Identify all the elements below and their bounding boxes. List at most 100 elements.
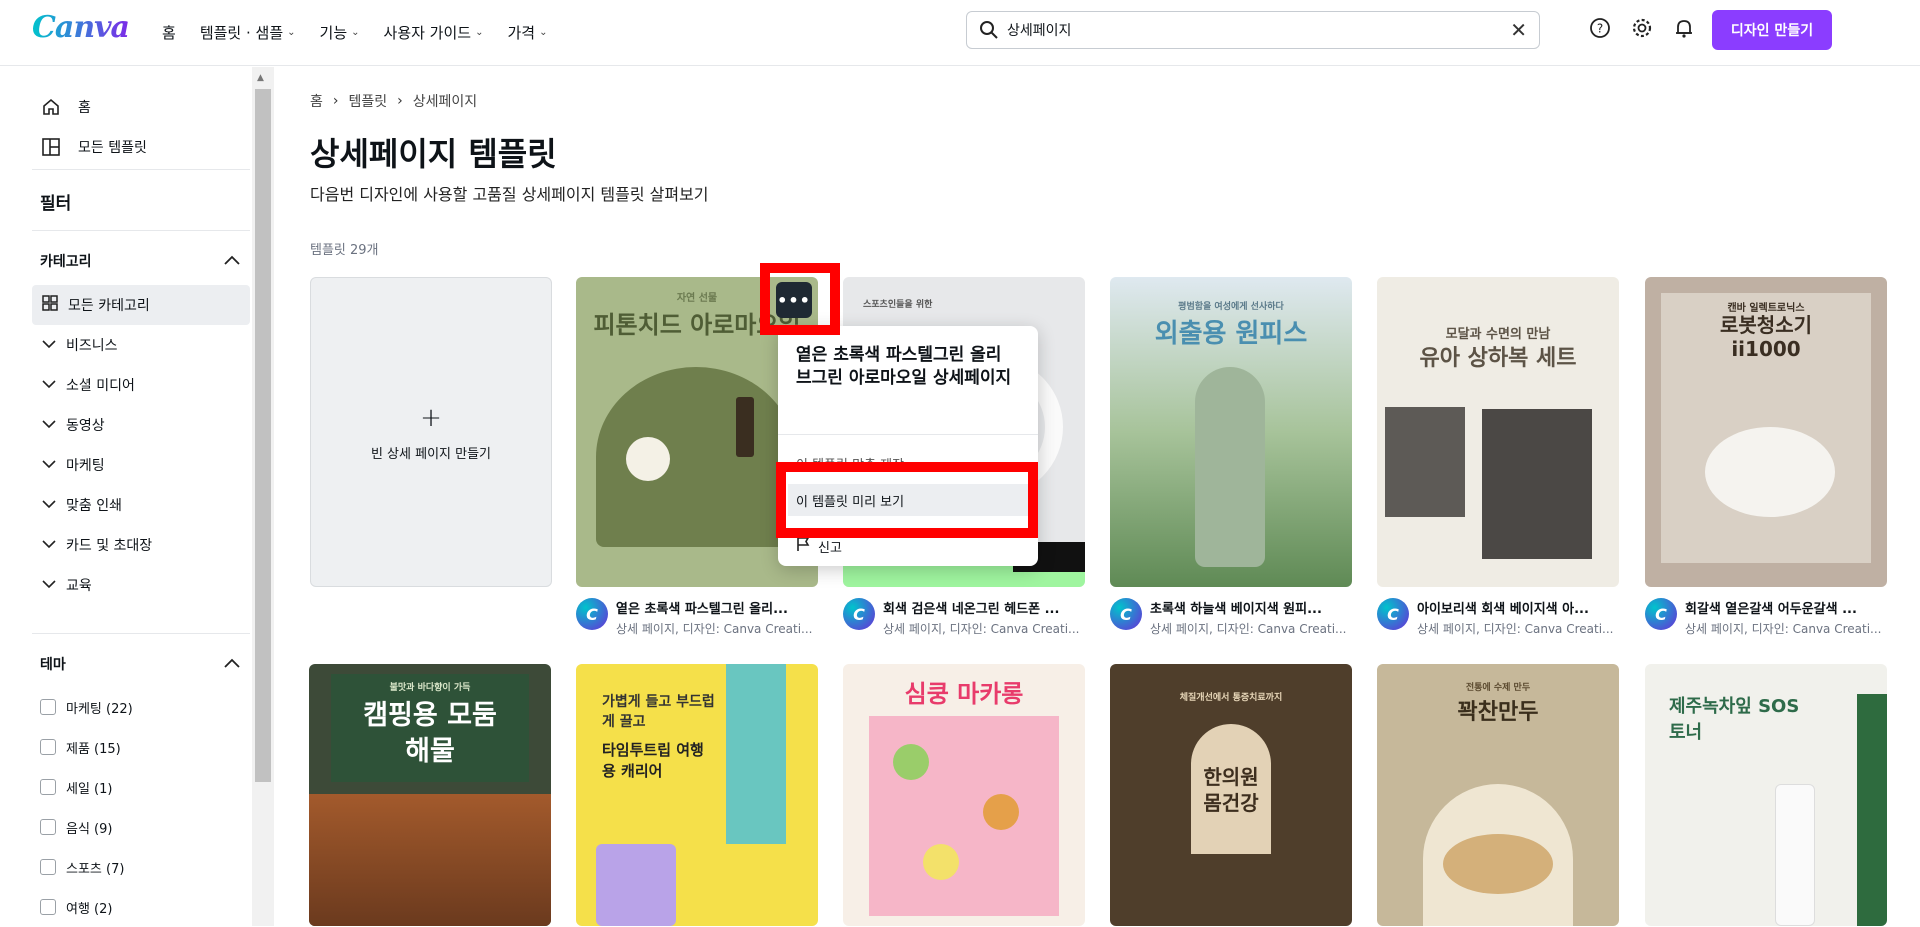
chevron-down-icon: ⌄ <box>539 27 548 38</box>
divider <box>32 169 250 170</box>
creator-avatar: C <box>1110 598 1142 630</box>
template-thumb-8[interactable]: 심쿵 마카롱 <box>843 664 1085 926</box>
template-meta-3[interactable]: C 초록색 하늘색 베이지색 원피... 상세 페이지, 디자인: Canva C… <box>1110 598 1352 642</box>
macaron-shape <box>923 844 959 880</box>
creator-avatar: C <box>1645 598 1677 630</box>
scroll-up-icon[interactable]: ▲ <box>257 73 264 83</box>
chevron-down-icon: ⌄ <box>475 27 484 38</box>
category-social-media[interactable]: 소셜 미디어 <box>32 365 250 405</box>
creator-avatar: C <box>576 598 608 630</box>
gear-icon[interactable] <box>1630 16 1654 40</box>
divider <box>32 230 250 231</box>
checkbox[interactable] <box>40 739 56 755</box>
category-section-toggle[interactable]: 카테고리 <box>40 251 240 271</box>
flag-icon <box>796 536 810 556</box>
sidebar-home-label: 홈 <box>78 100 91 116</box>
category-cards[interactable]: 카드 및 초대장 <box>32 525 250 565</box>
template-thumb-5[interactable]: 캔바 일렉트로닉스 로봇청소기 ii1000 <box>1645 277 1887 587</box>
template-thumb-7[interactable]: 가볍게 들고 부드럽게 끌고 타임투트립 여행용 캐리어 <box>576 664 818 926</box>
food-photo <box>309 794 551 926</box>
sidebar-all-templates[interactable]: 모든 템플릿 <box>40 127 252 167</box>
checkbox[interactable] <box>40 819 56 835</box>
home-icon <box>40 96 62 118</box>
search-input[interactable] <box>1007 22 1511 38</box>
template-thumb-3[interactable]: 평범함을 여성에게 선사하다 외출용 원피스 <box>1110 277 1352 587</box>
template-meta-1[interactable]: C 옅은 초록색 파스텔그린 올리... 상세 페이지, 디자인: Canva C… <box>576 598 818 642</box>
chevron-right-icon: › <box>332 93 339 109</box>
template-thumb-4[interactable]: 모달과 수면의 만남 유아 상하복 세트 <box>1377 277 1619 587</box>
checkbox[interactable] <box>40 899 56 915</box>
scroll-thumb[interactable] <box>255 89 271 782</box>
template-meta-2[interactable]: C 회색 검은색 네온그린 헤드폰 ... 상세 페이지, 디자인: Canva … <box>843 598 1085 642</box>
template-meta-4[interactable]: C 아이보리색 회색 베이지색 아... 상세 페이지, 디자인: Canva C… <box>1377 598 1619 642</box>
breadcrumb-templates[interactable]: 템플릿 <box>349 91 388 111</box>
template-thumb-10[interactable]: 전통에 수제 만두 꽉찬만두 <box>1377 664 1619 926</box>
clothing-shape <box>1482 409 1592 559</box>
help-icon[interactable]: ? <box>1588 16 1612 40</box>
plus-icon: + <box>420 402 442 433</box>
clothing-shape <box>1385 407 1465 517</box>
create-design-button[interactable]: 디자인 만들기 <box>1712 10 1832 50</box>
category-marketing[interactable]: 마케팅 <box>32 445 250 485</box>
template-count: 템플릿 29개 <box>310 243 379 258</box>
theme-section-toggle[interactable]: 테마 <box>40 654 240 674</box>
bell-icon[interactable] <box>1672 16 1696 40</box>
theme-marketing[interactable]: 마케팅 (22) <box>40 687 240 727</box>
page-subtitle: 다음번 디자인에 사용할 고품질 상세페이지 템플릿 살펴보기 <box>310 185 709 204</box>
category-business[interactable]: 비즈니스 <box>32 325 250 365</box>
template-thumb-6[interactable]: 불맛과 바다향이 가득 캠핑용 모둠해물 <box>309 664 551 926</box>
luggage-shape <box>596 844 676 926</box>
nav-templates[interactable]: 템플릿 · 샘플 ⌄ <box>188 18 308 47</box>
dropdown-title: 옅은 초록색 파스텔그린 올리브그린 아로마오일 상세페이지 <box>796 345 1012 388</box>
highlight-box <box>776 462 1038 538</box>
chevron-up-icon <box>224 253 240 269</box>
theme-product[interactable]: 제품 (15) <box>40 727 240 767</box>
grid-icon <box>42 295 58 315</box>
chevron-down-icon <box>42 457 56 473</box>
chevron-down-icon: ⌄ <box>351 27 360 38</box>
checkbox[interactable] <box>40 859 56 875</box>
theme-sports[interactable]: 스포츠 (7) <box>40 847 240 887</box>
bowl-shape <box>626 437 670 481</box>
nav-pricing[interactable]: 가격 ⌄ <box>495 18 559 47</box>
chevron-down-icon <box>42 537 56 553</box>
template-thumb-9[interactable]: 체질개선에서 통증치료까지 한의원 몸건강 <box>1110 664 1352 926</box>
search-bar[interactable]: ✕ <box>966 11 1540 49</box>
person-shape <box>726 664 786 844</box>
divider <box>32 633 250 634</box>
blank-design-card[interactable]: + 빈 상세 페이지 만들기 <box>310 277 552 587</box>
main-nav: 홈 템플릿 · 샘플 ⌄ 기능 ⌄ 사용자 가이드 ⌄ 가격 ⌄ <box>150 18 559 47</box>
category-education[interactable]: 교육 <box>32 565 250 605</box>
nav-guide[interactable]: 사용자 가이드 ⌄ <box>372 18 496 47</box>
macaron-photo <box>869 716 1059 916</box>
sidebar: 홈 모든 템플릿 필터 카테고리 모든 카테고리 비즈니스 소셜 미디어 동영상… <box>0 67 252 926</box>
theme-food[interactable]: 음식 (9) <box>40 807 240 847</box>
checkbox[interactable] <box>40 699 56 715</box>
template-icon <box>40 136 62 158</box>
clear-search-icon[interactable]: ✕ <box>1510 18 1527 42</box>
breadcrumb-home[interactable]: 홈 <box>310 91 323 111</box>
category-print[interactable]: 맞춤 인쇄 <box>32 485 250 525</box>
theme-sale[interactable]: 세일 (1) <box>40 767 240 807</box>
canva-logo[interactable]: Canva <box>32 10 130 45</box>
theme-list: 마케팅 (22) 제품 (15) 세일 (1) 음식 (9) 스포츠 (7) 여… <box>40 687 240 927</box>
bottle-shape <box>1775 784 1815 926</box>
theme-travel[interactable]: 여행 (2) <box>40 887 240 927</box>
chevron-down-icon <box>42 377 56 393</box>
category-video[interactable]: 동영상 <box>32 405 250 445</box>
nav-home[interactable]: 홈 <box>150 18 188 47</box>
sidebar-home[interactable]: 홈 <box>40 87 252 127</box>
template-meta-5[interactable]: C 회갈색 옅은갈색 어두운갈색 ... 상세 페이지, 디자인: Canva C… <box>1645 598 1887 642</box>
report-item[interactable]: 신고 <box>796 536 842 556</box>
category-all[interactable]: 모든 카테고리 <box>32 285 250 325</box>
category-list: 모든 카테고리 비즈니스 소셜 미디어 동영상 마케팅 맞춤 인쇄 카드 및 초… <box>32 285 250 605</box>
template-thumb-11[interactable]: 제주녹차잎 SOS 토너 <box>1645 664 1887 926</box>
chevron-right-icon: › <box>397 93 403 109</box>
checkbox[interactable] <box>40 779 56 795</box>
search-icon <box>979 20 999 40</box>
creator-avatar: C <box>843 598 875 630</box>
filter-title: 필터 <box>40 194 72 214</box>
sidebar-scrollbar[interactable]: ▲ <box>252 67 274 926</box>
creator-avatar: C <box>1377 598 1409 630</box>
nav-features[interactable]: 기능 ⌄ <box>308 18 372 47</box>
